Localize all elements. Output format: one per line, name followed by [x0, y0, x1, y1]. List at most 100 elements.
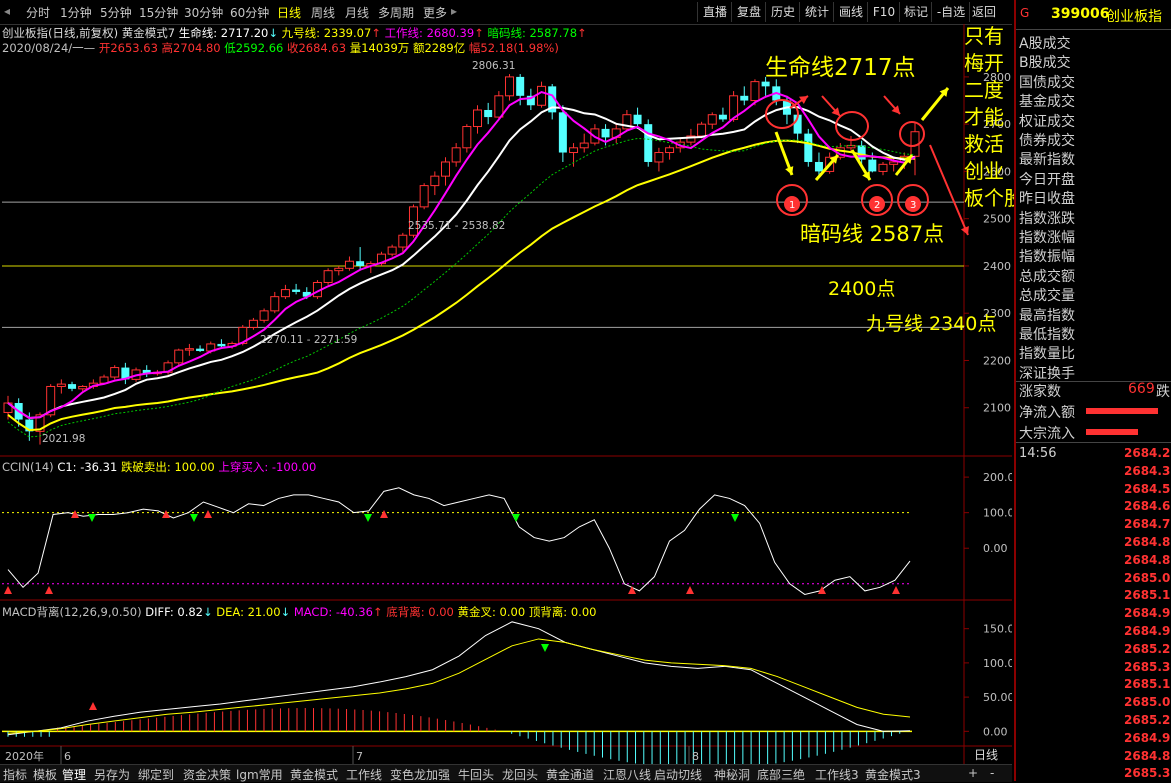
- candle-body-5: [56, 383, 66, 387]
- rp-row-13: 总成交量: [1019, 288, 1075, 305]
- bottom-tab-5[interactable]: 资金决策: [183, 766, 231, 783]
- side-text-1: 梅开: [964, 51, 1004, 75]
- bottom-tab-2[interactable]: 管理: [62, 766, 86, 783]
- candle-body-71: [761, 81, 770, 87]
- macd-golden-arrow: [89, 702, 97, 710]
- rp-row-3: 基金成交: [1019, 94, 1075, 111]
- cci-sell-arrow-2: [364, 514, 372, 522]
- macd-bottom: 底背离: 0.00: [386, 605, 454, 619]
- bottom-tab-3[interactable]: 另存为: [94, 766, 130, 783]
- macd-golden: 黄金叉: 0.00: [457, 605, 526, 619]
- bottom-tab-6[interactable]: lgm常用: [236, 766, 283, 783]
- up-count: 669: [1128, 381, 1155, 397]
- bottom-plus[interactable]: +: [968, 766, 978, 780]
- macd-tick-0: 150.0: [983, 623, 1012, 636]
- bottom-tab-14[interactable]: 启动切线: [654, 766, 702, 783]
- candle-body-25: [270, 296, 280, 312]
- g-flag: G: [1020, 6, 1030, 20]
- rp-row-12: 总成交额: [1019, 268, 1075, 285]
- bottom-minus[interactable]: -: [990, 766, 994, 780]
- bottom-tab-8[interactable]: 工作线: [346, 766, 382, 783]
- tick-1: 2684.3: [1124, 463, 1171, 478]
- tick-time: 14:56: [1019, 446, 1057, 461]
- candle-body-67: [718, 114, 727, 120]
- bottom-tab-11[interactable]: 龙回头: [502, 766, 538, 783]
- candle-body-48: [516, 76, 525, 96]
- candle-body-42: [451, 147, 461, 163]
- candle-body-82: [878, 163, 888, 172]
- annotation-2400: 2400点: [828, 278, 896, 300]
- rp-row-7: 今日开盘: [1019, 171, 1075, 188]
- candle-body-20: [217, 343, 226, 347]
- indicator-tabs: 指标 模板 管理 另存为 绑定到 资金决策 lgm常用 黄金模式 工作线 变色龙加强 牛回头 龙回头黄…: [0, 764, 1012, 782]
- side-text-4: 救活: [964, 132, 1004, 156]
- candle-body-56: [601, 128, 610, 138]
- bottom-tab-9[interactable]: 变色龙加强: [390, 766, 450, 783]
- candle-body-69: [740, 95, 749, 101]
- label-low: 2021.98: [42, 433, 85, 445]
- macd-diff: DIFF: 0.82: [145, 605, 203, 619]
- candle-body-18: [196, 348, 205, 352]
- rp-row-6: 最新指数: [1019, 152, 1075, 169]
- macd-dea: DEA: 21.00: [216, 605, 281, 619]
- bottom-tab-4[interactable]: 绑定到: [138, 766, 174, 783]
- bottom-tab-16[interactable]: 底部三绝: [757, 766, 805, 783]
- candle-body-52: [558, 112, 567, 153]
- tick-9: 2684.9: [1124, 606, 1171, 621]
- rp-row-4: 权证成交: [1019, 113, 1075, 130]
- tick-16: 2684.9: [1124, 730, 1171, 745]
- candle-body-27: [292, 289, 301, 292]
- anno-num-1: 2: [874, 200, 880, 211]
- label-high: 2806.31: [472, 60, 515, 72]
- macd-top: 顶背离: 0.00: [528, 605, 597, 619]
- cci-name: CCIN(14): [2, 460, 54, 474]
- cci-buy-arrow-7: [686, 586, 694, 594]
- side-text-0: 只有: [964, 24, 1004, 48]
- bottom-tab-17[interactable]: 工作线3: [815, 766, 859, 783]
- tick-3: 2684.6: [1124, 499, 1171, 514]
- up-count-label: 涨家数: [1019, 384, 1061, 400]
- candle-body-32: [344, 260, 354, 269]
- anno-ring-0: [765, 99, 799, 129]
- cci-tick-2: 0.00: [983, 542, 1008, 555]
- candle-body-23: [248, 319, 258, 328]
- macd-tick-2: 50.00: [983, 691, 1012, 704]
- cci-sell-arrow-0: [88, 514, 96, 522]
- bottom-tab-15[interactable]: 神秘洞: [714, 766, 750, 783]
- annotation-nine-line: 九号线 2340点: [866, 313, 997, 335]
- rp-row-14: 最高指数: [1019, 307, 1075, 324]
- candle-body-75: [804, 133, 813, 162]
- tick-17: 2684.8: [1124, 748, 1171, 763]
- nine-line: [7, 139, 916, 432]
- candle-body-54: [579, 142, 589, 149]
- candle-body-50: [537, 85, 547, 106]
- bottom-tab-10[interactable]: 牛回头: [458, 766, 494, 783]
- kline-chart[interactable]: 280027002600250024002300220021002806.312…: [0, 0, 1012, 764]
- main-tick-7: 2100: [983, 402, 1011, 415]
- cci-buy-arrow-5: [380, 510, 388, 518]
- tick-0: 2684.2: [1124, 446, 1171, 460]
- side-text-3: 才能: [964, 105, 1004, 129]
- candle-body-60: [644, 124, 653, 162]
- candle-body-36: [387, 246, 397, 255]
- rp-row-16: 指数量比: [1019, 346, 1075, 363]
- bottom-tab-7[interactable]: 黄金模式: [290, 766, 338, 783]
- candle-body-24: [259, 310, 269, 321]
- tick-11: 2685.2: [1124, 641, 1171, 656]
- bottom-tab-12[interactable]: 黄金通道: [546, 766, 594, 783]
- annotation-dark-horse: 暗码线 2587点: [800, 222, 945, 246]
- bottom-tab-1[interactable]: 模板: [33, 766, 57, 783]
- candle-body-17: [184, 348, 194, 351]
- candle-body-31: [334, 267, 344, 272]
- label-low-mid: 2270.11 - 2271.59: [260, 334, 357, 346]
- index-name: 创业板指: [1106, 9, 1162, 25]
- bottom-tab-18[interactable]: 黄金模式3: [865, 766, 921, 783]
- bottom-tab-13[interactable]: 江恩八线: [603, 766, 651, 783]
- candle-body-53: [569, 147, 579, 154]
- bottom-tab-0[interactable]: 指标: [3, 766, 27, 783]
- candle-body-6: [68, 384, 77, 389]
- tick-6: 2684.8: [1124, 552, 1171, 567]
- candle-body-81: [868, 159, 877, 172]
- cci-tick-1: 100.0: [983, 507, 1012, 520]
- rp-row-2: 国债成交: [1019, 74, 1075, 91]
